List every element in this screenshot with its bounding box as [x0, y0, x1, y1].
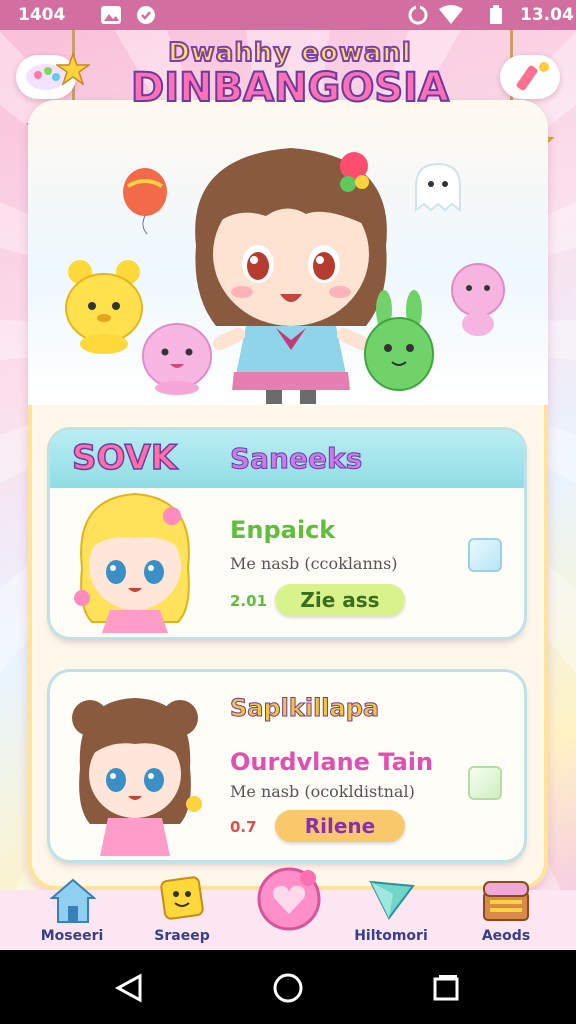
edit-button[interactable] [500, 55, 560, 99]
card-header: SOVK Saneeks [50, 430, 524, 488]
hero-banner [28, 100, 548, 405]
pink-blob-creature-icon [451, 263, 505, 336]
game-title-line2: DINBANGOSIA [120, 67, 460, 109]
game-title: Dwahhy eowanl DINBANGOSIA [120, 38, 460, 109]
bottom-nav: Moseeri Sraeep Hiltomori Aeods [0, 867, 576, 950]
nav-item-aeods[interactable]: Aeods [456, 881, 556, 950]
gallery-icon [101, 6, 121, 24]
sync-icon [408, 5, 428, 25]
treasure-chest-icon [483, 881, 529, 921]
system-nav-bar [0, 950, 576, 1024]
section-tag: SOVK [71, 437, 178, 479]
brown-hair-girl-avatar [72, 698, 202, 856]
card-2-number: 0.7 [230, 818, 257, 836]
nav-item-home[interactable]: Moseeri [22, 878, 122, 950]
status-bar: 1404 13.04 [0, 0, 576, 30]
nav-label-home: Moseeri [40, 928, 104, 944]
smiley-block-icon [160, 876, 204, 920]
card-1-checkbox[interactable] [468, 538, 502, 572]
wifi-icon [439, 5, 463, 24]
house-icon [50, 878, 96, 923]
triangle-gem-icon [369, 880, 415, 920]
status-time-left: 1404 [18, 5, 66, 25]
card-2-action-button[interactable]: Rilene [275, 810, 405, 842]
status-time-right: 13.04 [520, 5, 574, 25]
card-1-number: 2.01 [230, 592, 268, 610]
pencil-icon [516, 62, 549, 91]
blonde-girl-avatar [74, 492, 190, 633]
pink-creature-icon [142, 323, 212, 395]
game-title-line1: Dwahhy eowanl [167, 38, 412, 68]
nav-item-center[interactable] [238, 867, 338, 950]
card-2[interactable]: Saplkillapa Ourdvlane Tain Me nasb (ocok… [50, 672, 524, 860]
yellow-bear-creature-icon [65, 260, 143, 354]
green-bunny-creature-icon [364, 290, 434, 391]
ghost-icon [415, 162, 461, 212]
main-panel: SOVK Saneeks Enpaick Me nasb (ccoklanns)… [28, 100, 548, 890]
nav-item-sraeep[interactable]: Sraeep [132, 876, 232, 950]
card-2-subtitle: Me nasb (ocokldistnal) [230, 782, 415, 801]
battery-icon [490, 5, 502, 24]
recents-icon[interactable] [430, 972, 462, 1004]
home-circle-icon[interactable] [272, 972, 304, 1004]
balloon-icon [123, 168, 167, 235]
card-1[interactable]: SOVK Saneeks Enpaick Me nasb (ccoklanns)… [50, 430, 524, 637]
nav-label-sraeep: Sraeep [154, 928, 210, 944]
section-title: Saneeks [229, 442, 363, 476]
nav-label-hiltomori: Hiltomori [354, 928, 428, 944]
card-2-checkbox[interactable] [468, 766, 502, 800]
nav-item-hiltomori[interactable]: Hiltomori [341, 880, 441, 950]
card-1-subtitle: Me nasb (ccoklanns) [230, 554, 398, 573]
card-1-action-button[interactable]: Zie ass [275, 584, 405, 616]
card-1-title: Enpaick [230, 516, 336, 544]
nav-label-aeods: Aeods [481, 928, 531, 944]
card-2-title: Saplkillapa [229, 694, 380, 723]
shield-icon [137, 6, 155, 24]
card-2-title2: Ourdvlane Tain [230, 748, 434, 776]
back-icon[interactable] [114, 972, 146, 1004]
heart-orb-icon [257, 867, 321, 931]
star-charm-icon [56, 52, 90, 86]
